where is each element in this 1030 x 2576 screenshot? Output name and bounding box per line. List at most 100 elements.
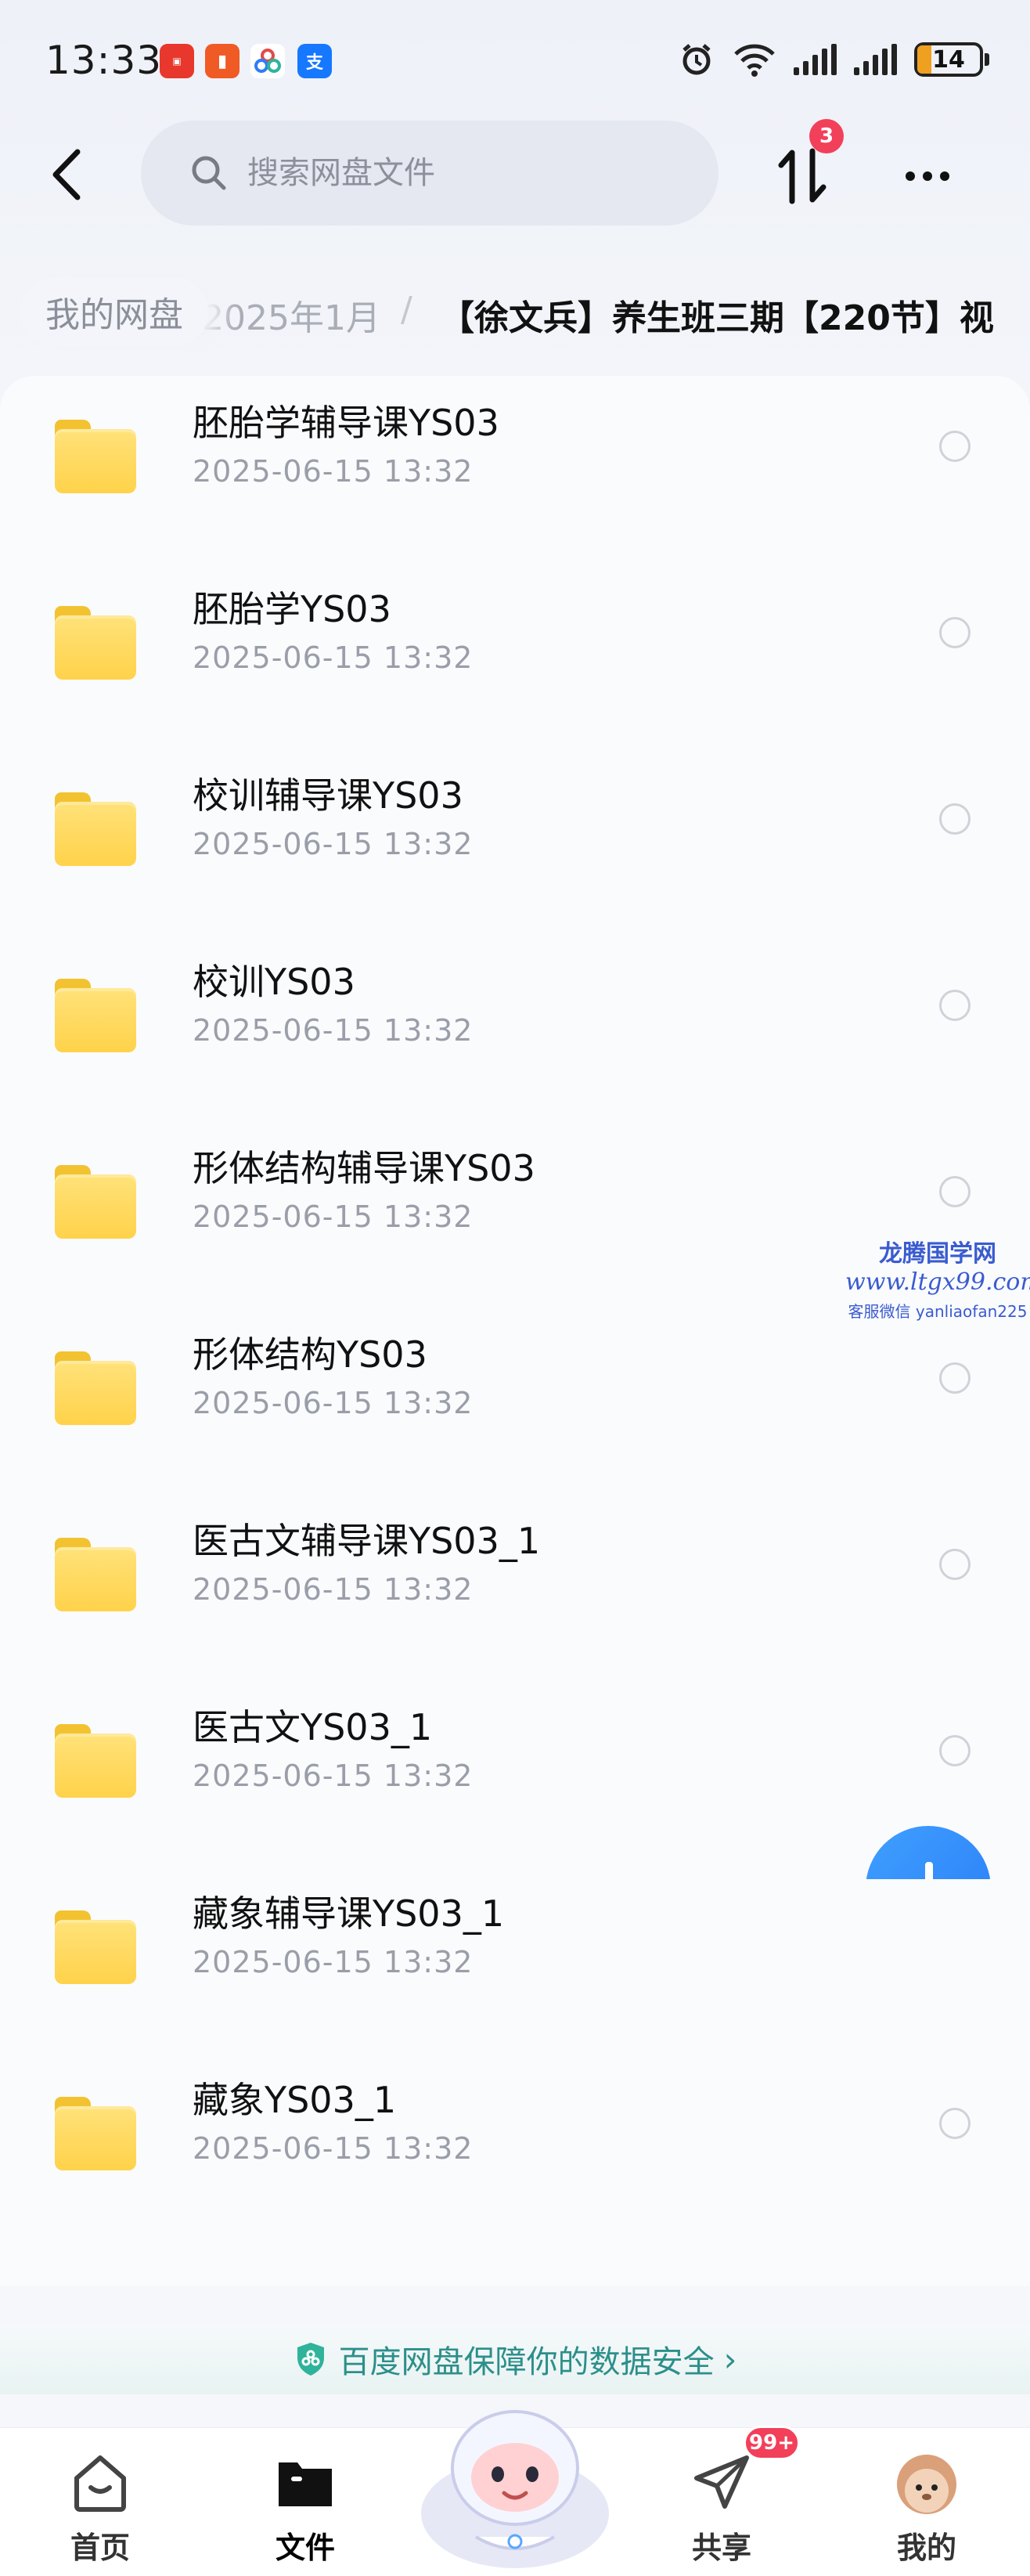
file-name: 藏象YS03_1	[193, 2079, 397, 2121]
file-date: 2025-06-15 13:32	[193, 1386, 474, 1420]
file-name: 形体结构辅导课YS03	[193, 1147, 535, 1189]
file-list: 胚胎学辅导课YS03 2025-06-15 13:32 胚胎学YS03 2025-06…	[0, 376, 1030, 2286]
transfer-arrows-icon	[778, 148, 827, 204]
file-name: 胚胎学YS03	[193, 588, 391, 630]
folder-icon	[55, 1165, 136, 1239]
nav-home[interactable]: 首页	[22, 2428, 178, 2576]
status-time: 13:33	[45, 38, 163, 83]
file-name: 藏象辅导课YS03_1	[193, 1892, 505, 1935]
alipay-app-icon: 支	[297, 44, 332, 78]
breadcrumb: 我的网盘 2025年1月 / 【徐文兵】养生班三期【220节】视	[0, 274, 1030, 352]
file-row[interactable]: 藏象YS03_1 2025-06-15 13:32	[0, 2040, 1030, 2227]
select-checkbox[interactable]	[939, 1735, 971, 1766]
huawei-app-icon: ▣	[160, 44, 194, 78]
folder-icon	[55, 1910, 136, 1984]
file-row[interactable]: 校训辅导课YS03 2025-06-15 13:32	[0, 736, 1030, 922]
select-checkbox[interactable]	[939, 803, 971, 835]
file-date: 2025-06-15 13:32	[193, 1013, 474, 1048]
battery-icon: 14	[914, 42, 989, 77]
search-input[interactable]	[247, 155, 654, 191]
status-indicators: 14	[678, 41, 989, 78]
watermark: 龙腾国学网 www.ltgx99.com 客服微信 yanliaofan225	[845, 1234, 1030, 1322]
nav-share-label: 共享	[691, 2531, 751, 2565]
search-bar[interactable]	[141, 121, 718, 225]
chevron-right-icon: ›	[723, 2340, 737, 2379]
file-row[interactable]: 形体结构YS03 2025-06-15 13:32	[0, 1295, 1030, 1481]
file-row[interactable]: 胚胎学YS03 2025-06-15 13:32	[0, 550, 1030, 736]
transfer-badge: 3	[809, 119, 844, 153]
select-checkbox[interactable]	[939, 431, 971, 462]
folder-icon	[55, 1351, 136, 1425]
file-date: 2025-06-15 13:32	[193, 454, 474, 489]
alarm-icon	[682, 44, 711, 75]
transfer-button[interactable]: 3	[759, 119, 845, 219]
netdisk-file-page: 13:33 ▣ ▮ 支 14 3 我的网盘 2025年1月 / 【徐文兵】养生班	[0, 0, 1030, 2576]
chevron-left-icon	[52, 149, 81, 200]
watermark-url: www.ltgx99.com	[845, 1268, 1030, 1296]
file-name: 医古文YS03_1	[193, 1706, 433, 1748]
home-icon	[74, 2455, 126, 2512]
breadcrumb-item[interactable]: 2025年1月	[202, 290, 380, 340]
nav-files[interactable]: 文件	[227, 2428, 384, 2576]
folder-icon	[55, 2097, 136, 2170]
signal-icon	[794, 44, 837, 75]
nav-mine-label: 我的	[896, 2531, 956, 2565]
select-checkbox[interactable]	[939, 2108, 971, 2139]
folder-icon	[55, 420, 136, 493]
baidu-netdisk-app-icon	[250, 44, 285, 78]
fab-mask	[845, 1879, 1030, 1989]
file-row[interactable]: 胚胎学辅导课YS03 2025-06-15 13:32	[0, 376, 1030, 550]
file-row[interactable]: 医古文YS03_1 2025-06-15 13:32	[0, 1668, 1030, 1854]
file-name: 校训YS03	[193, 961, 355, 1003]
file-name: 校训辅导课YS03	[193, 774, 463, 817]
file-date: 2025-06-15 13:32	[193, 1572, 474, 1607]
share-badge: 99+	[744, 2426, 800, 2460]
search-icon	[192, 156, 226, 190]
mascot-center-button[interactable]	[413, 2396, 617, 2576]
wifi-icon	[734, 44, 775, 77]
file-row[interactable]: 校训YS03 2025-06-15 13:32	[0, 922, 1030, 1109]
select-checkbox[interactable]	[939, 1549, 971, 1580]
watermark-contact: 客服微信 yanliaofan225	[848, 1302, 1028, 1321]
shield-icon	[297, 2343, 324, 2376]
more-dot	[923, 171, 932, 181]
folder-icon	[55, 1538, 136, 1611]
file-name: 形体结构YS03	[193, 1333, 427, 1376]
battery-level: 14	[932, 45, 965, 74]
file-date: 2025-06-15 13:32	[193, 827, 474, 861]
file-date: 2025-06-15 13:32	[193, 640, 474, 675]
file-row[interactable]: 医古文辅导课YS03_1 2025-06-15 13:32	[0, 1481, 1030, 1668]
file-date: 2025-06-15 13:32	[193, 2131, 474, 2166]
more-dot	[940, 171, 949, 181]
folder-icon	[55, 979, 136, 1052]
file-date: 2025-06-15 13:32	[193, 1200, 474, 1234]
file-name: 医古文辅导课YS03_1	[193, 1520, 541, 1562]
signal-icon	[854, 44, 897, 75]
more-options-button[interactable]	[892, 149, 963, 204]
send-icon	[694, 2455, 749, 2509]
folder-icon	[55, 606, 136, 680]
status-bar: 13:33 ▣ ▮ 支 14	[0, 0, 1030, 117]
watermark-title: 龙腾国学网	[879, 1240, 996, 1268]
security-banner[interactable]: 百度网盘保障你的数据安全 ›	[0, 2324, 1030, 2394]
file-name: 胚胎学辅导课YS03	[193, 402, 499, 444]
alert-app-icon: ▮	[205, 44, 239, 78]
nav-mine[interactable]: 我的	[848, 2428, 1005, 2576]
file-date: 2025-06-15 13:32	[193, 1945, 474, 1979]
breadcrumb-root[interactable]: 我的网盘	[20, 277, 208, 346]
breadcrumb-separator: /	[401, 290, 412, 330]
nav-files-label: 文件	[275, 2531, 335, 2565]
nav-home-label: 首页	[70, 2531, 130, 2565]
select-checkbox[interactable]	[939, 1362, 971, 1394]
select-checkbox[interactable]	[939, 617, 971, 648]
back-button[interactable]	[39, 139, 94, 210]
more-dots-icon	[906, 171, 915, 181]
folder-icon	[279, 2462, 332, 2506]
file-date: 2025-06-15 13:32	[193, 1759, 474, 1793]
select-checkbox[interactable]	[939, 1176, 971, 1207]
folder-icon	[55, 792, 136, 866]
folder-icon	[55, 1724, 136, 1798]
avatar-icon	[897, 2455, 956, 2514]
select-checkbox[interactable]	[939, 990, 971, 1021]
breadcrumb-current: 【徐文兵】养生班三期【220节】视	[440, 298, 994, 338]
